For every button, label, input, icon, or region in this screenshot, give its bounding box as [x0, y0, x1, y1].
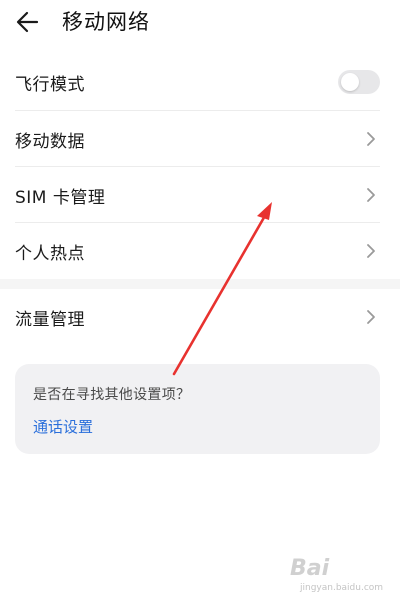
section-separator: [0, 279, 400, 289]
traffic-management-row[interactable]: 流量管理: [15, 289, 380, 345]
suggestion-question: 是否在寻找其他设置项？: [33, 387, 191, 403]
sim-management-row[interactable]: SIM 卡管理: [15, 167, 380, 223]
chevron-right-icon: [364, 241, 378, 261]
airplane-mode-row[interactable]: 飞行模式: [15, 54, 380, 110]
mobile-data-row[interactable]: 移动数据: [15, 111, 380, 167]
arrow-left-icon: [16, 11, 39, 33]
watermark-logo: Bai: [290, 556, 330, 581]
call-settings-link[interactable]: 通话设置: [33, 416, 93, 437]
airplane-mode-toggle[interactable]: [338, 70, 380, 94]
back-button[interactable]: [12, 6, 44, 38]
chevron-right-icon: [364, 129, 378, 149]
chevron-right-icon: [364, 307, 378, 327]
suggestion-card: 是否在寻找其他设置项？ 通话设置: [15, 364, 380, 454]
watermark-url: jingyan.baidu.com: [300, 583, 384, 593]
mobile-data-label: 移动数据: [15, 131, 85, 152]
page-title: 移动网络: [62, 10, 150, 34]
chevron-right-icon: [364, 185, 378, 205]
hotspot-row[interactable]: 个人热点: [15, 223, 380, 279]
traffic-management-label: 流量管理: [15, 309, 85, 330]
header-bar: 移动网络: [0, 0, 400, 48]
toggle-knob: [341, 73, 359, 91]
sim-management-label: SIM 卡管理: [15, 187, 106, 208]
hotspot-label: 个人热点: [15, 243, 85, 264]
airplane-mode-label: 飞行模式: [15, 74, 85, 95]
